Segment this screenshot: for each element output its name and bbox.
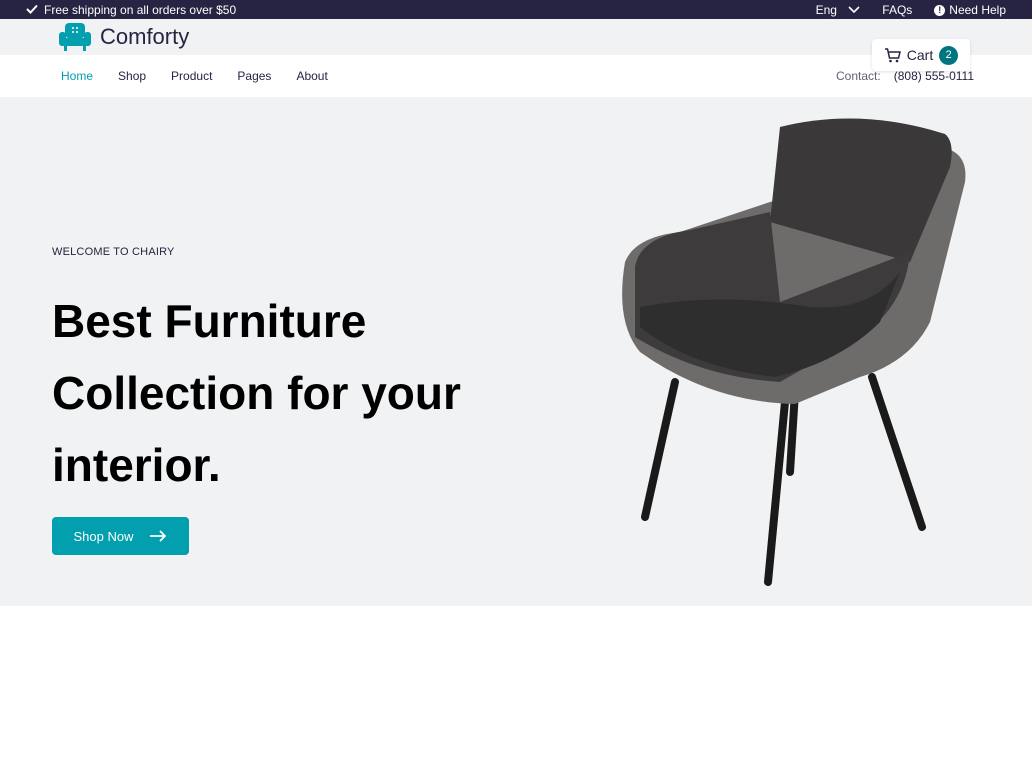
shipping-notice: Free shipping on all orders over $50	[26, 3, 236, 17]
header: Comforty Cart 2	[0, 19, 1032, 71]
armchair-product-image	[622, 118, 966, 586]
need-help-link[interactable]: ! Need Help	[934, 3, 1006, 17]
chevron-down-icon	[848, 6, 860, 14]
cart-icon	[884, 47, 901, 62]
nav-home[interactable]: Home	[61, 69, 93, 83]
contact-phone[interactable]: (808) 555-0111	[894, 69, 974, 83]
contact-label: Contact:	[836, 69, 881, 83]
cart-label: Cart	[906, 47, 934, 63]
shipping-text: Free shipping on all orders over $50	[44, 3, 237, 17]
shop-now-label: Shop Now	[73, 528, 134, 544]
nav-pages[interactable]: Pages	[237, 69, 271, 83]
nav-about[interactable]: About	[296, 69, 327, 83]
hero-title: Best Furniture Collection for your inter…	[52, 295, 461, 491]
hero-eyebrow: WELCOME TO CHAIRY	[52, 246, 175, 258]
nav-shop[interactable]: Shop	[118, 69, 146, 83]
brand-logo[interactable]: Comforty	[58, 22, 189, 52]
need-help-label: Need Help	[949, 3, 1006, 17]
brand-name: Comforty	[100, 24, 190, 49]
shop-now-button[interactable]: Shop Now	[52, 517, 189, 555]
top-announcement-bar: Free shipping on all orders over $50 Eng…	[0, 0, 1032, 19]
cart-count-badge: 2	[939, 45, 959, 65]
faqs-link[interactable]: FAQs	[882, 3, 912, 17]
arrow-right-icon	[150, 530, 167, 542]
contact-info: Contact: (808) 555-0111	[836, 69, 974, 83]
nav-product[interactable]: Product	[171, 69, 212, 83]
cart-button[interactable]: Cart 2	[872, 39, 970, 71]
language-label: Eng	[815, 3, 837, 17]
armchair-logo-icon	[59, 23, 91, 51]
info-icon: !	[934, 4, 946, 16]
language-select[interactable]: Eng	[816, 3, 861, 17]
check-icon	[26, 3, 38, 17]
hero-section: WELCOME TO CHAIRY Best Furniture Collect…	[0, 97, 1032, 606]
